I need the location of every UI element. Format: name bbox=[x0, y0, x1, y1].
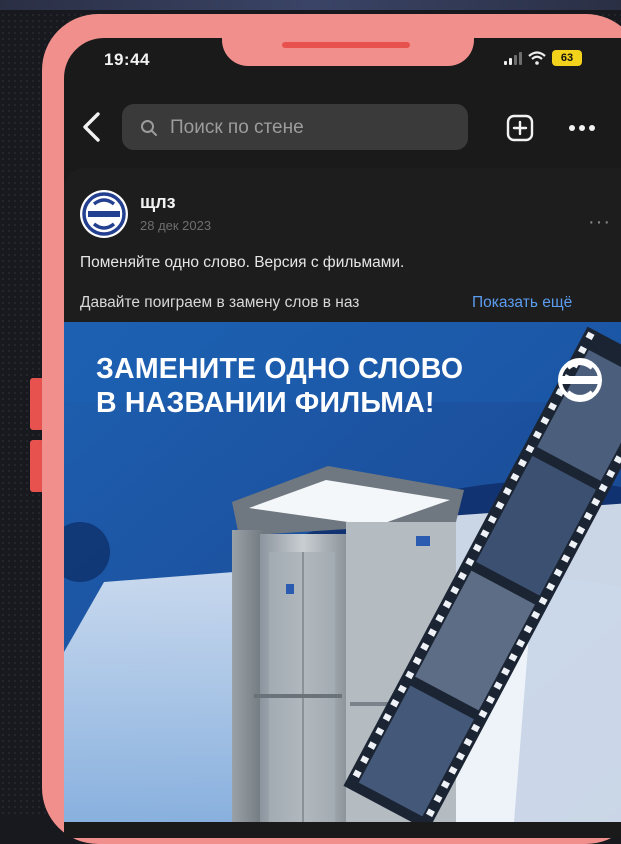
notch-speaker bbox=[282, 42, 410, 48]
post-menu-icon[interactable]: ··· bbox=[588, 211, 611, 234]
back-arrow-icon[interactable] bbox=[78, 110, 104, 144]
post-author[interactable]: щлз bbox=[140, 192, 176, 213]
more-icon[interactable] bbox=[568, 124, 600, 132]
phone-notch bbox=[222, 36, 474, 66]
top-strip bbox=[0, 0, 621, 10]
post-text-line1: Поменяйте одно слово. Версия с фильмами. bbox=[80, 254, 405, 271]
signal-icon bbox=[504, 51, 522, 65]
wifi-icon bbox=[528, 51, 546, 65]
status-time: 19:44 bbox=[104, 50, 150, 69]
avatar[interactable] bbox=[80, 190, 128, 238]
add-post-icon[interactable] bbox=[506, 114, 534, 142]
brand-logo-icon bbox=[82, 192, 126, 236]
show-more-link[interactable]: Показать ещё bbox=[472, 294, 572, 312]
banner-title: ЗАМЕНИТЕ ОДНО СЛОВО В НАЗВАНИИ ФИЛЬМА! bbox=[96, 352, 463, 420]
battery-icon: 63 bbox=[552, 50, 582, 66]
status-icons: 63 bbox=[504, 50, 582, 66]
search-input[interactable]: Поиск по стене bbox=[122, 104, 468, 150]
search-placeholder: Поиск по стене bbox=[170, 117, 304, 138]
text-fade bbox=[430, 290, 474, 314]
banner-title-line2: В НАЗВАНИИ ФИЛЬМА! bbox=[96, 387, 435, 419]
banner-title-line1: ЗАМЕНИТЕ ОДНО СЛОВО bbox=[96, 353, 464, 385]
search-icon bbox=[141, 120, 157, 136]
post-date: 28 дек 2023 bbox=[140, 218, 212, 233]
